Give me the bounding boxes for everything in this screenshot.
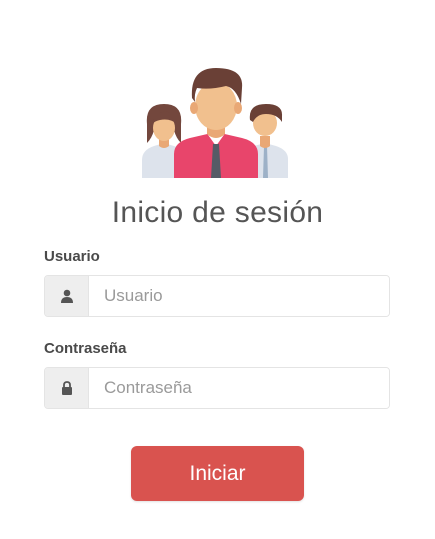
users-group-icon (142, 68, 288, 178)
password-input[interactable] (89, 368, 389, 408)
user-icon (45, 276, 89, 316)
username-label: Usuario (44, 248, 100, 265)
login-submit-button[interactable]: Iniciar (131, 446, 304, 501)
password-input-group (44, 367, 390, 409)
page-title: Inicio de sesión (111, 196, 324, 229)
login-page: Inicio de sesión Usuario Contraseña Inic… (0, 0, 435, 539)
lock-icon (45, 368, 89, 408)
username-input-group (44, 275, 390, 317)
password-label: Contraseña (44, 340, 127, 357)
man-center-figure (174, 68, 258, 178)
username-input[interactable] (89, 276, 389, 316)
